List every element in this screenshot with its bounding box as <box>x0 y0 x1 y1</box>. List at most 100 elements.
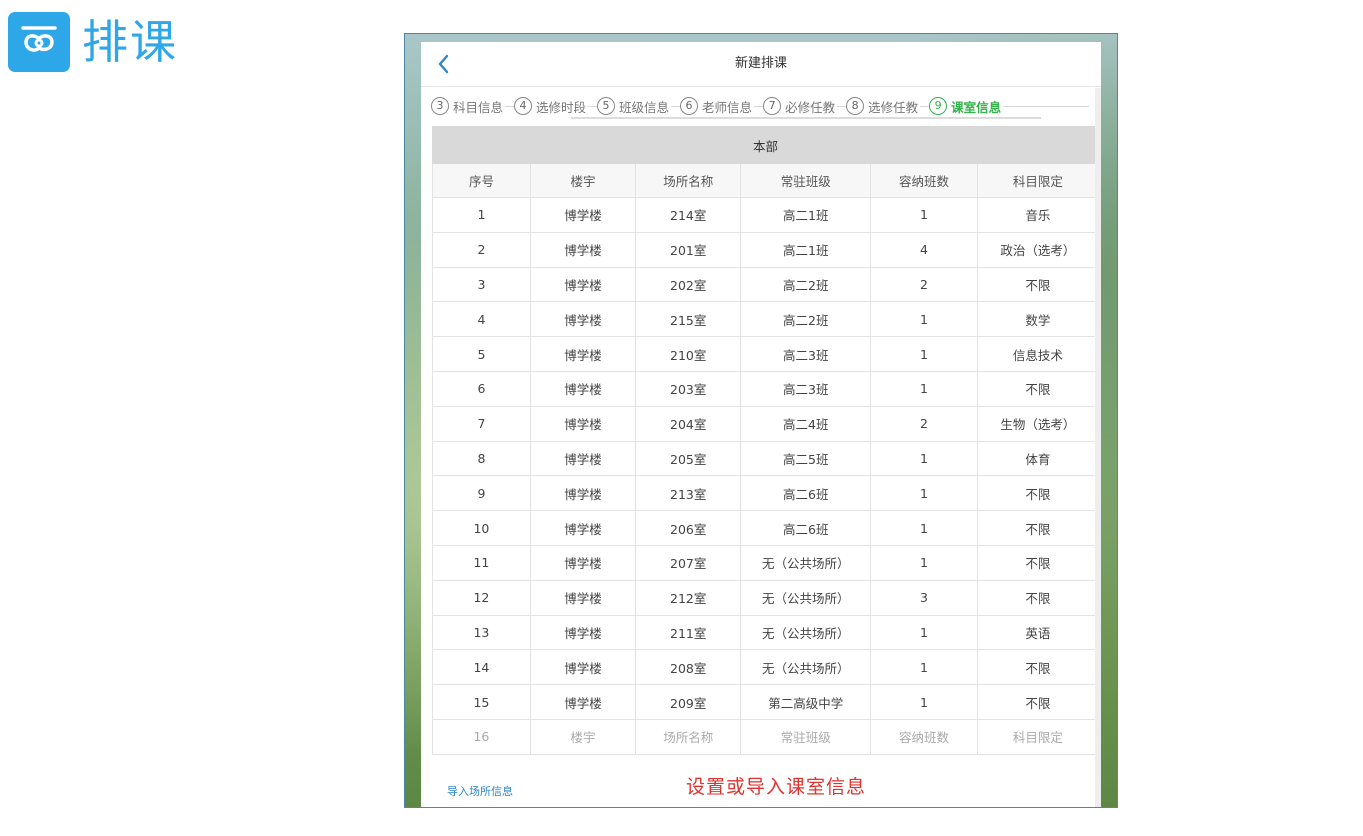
table-cell[interactable]: 博学楼 <box>529 579 637 616</box>
table-row[interactable]: 8 博学楼 205室 高二5班 1 体育 <box>432 440 1100 477</box>
table-row[interactable]: 4 博学楼 215室 高二2班 1 数学 <box>432 301 1100 338</box>
table-cell[interactable]: 博学楼 <box>529 440 637 477</box>
table-cell[interactable]: 1 <box>870 544 978 581</box>
table-row[interactable]: 11 博学楼 207室 无（公共场所） 1 不限 <box>432 544 1100 581</box>
table-cell[interactable]: 1 <box>870 197 978 233</box>
table-cell[interactable]: 高二6班 <box>740 510 872 546</box>
table-cell[interactable]: 1 <box>870 475 978 512</box>
table-cell[interactable]: 9 <box>432 475 531 512</box>
table-cell[interactable]: 高二2班 <box>740 301 872 338</box>
table-cell[interactable]: 高二4班 <box>740 405 872 442</box>
table-cell[interactable]: 第二高级中学 <box>740 684 872 720</box>
table-cell[interactable]: 不限 <box>976 579 1100 616</box>
table-cell[interactable]: 1 <box>870 440 978 477</box>
table-cell[interactable]: 13 <box>432 614 531 651</box>
table-cell[interactable]: 博学楼 <box>529 544 637 581</box>
step-5[interactable]: 5 班级信息 <box>597 96 672 116</box>
placeholder-input[interactable]: 常驻班级 <box>740 718 872 755</box>
table-cell[interactable]: 210室 <box>635 336 742 372</box>
table-cell[interactable]: 203室 <box>635 370 742 407</box>
table-cell[interactable]: 201室 <box>635 231 742 268</box>
table-cell[interactable]: 无（公共场所） <box>740 614 872 651</box>
table-row[interactable]: 15 博学楼 209室 第二高级中学 1 不限 <box>432 684 1100 720</box>
table-cell[interactable]: 高二5班 <box>740 440 872 477</box>
step-3[interactable]: 3 科目信息 <box>431 96 506 116</box>
table-row[interactable]: 9 博学楼 213室 高二6班 1 不限 <box>432 475 1100 512</box>
table-cell[interactable]: 204室 <box>635 405 742 442</box>
table-cell[interactable]: 博学楼 <box>529 370 637 407</box>
table-cell[interactable]: 2 <box>432 231 531 268</box>
table-cell[interactable]: 1 <box>870 614 978 651</box>
new-row[interactable]: 16 楼宇 场所名称 常驻班级 容纳班数 科目限定 <box>432 718 1100 755</box>
table-cell[interactable]: 不限 <box>976 475 1100 512</box>
table-cell[interactable]: 不限 <box>976 544 1100 581</box>
table-cell[interactable]: 信息技术 <box>976 336 1100 372</box>
table-cell[interactable]: 生物（选考） <box>976 405 1100 442</box>
scrollbar[interactable] <box>1095 88 1101 807</box>
table-cell[interactable]: 博学楼 <box>529 614 637 651</box>
step-7[interactable]: 7 必修任教 <box>763 96 838 116</box>
table-cell[interactable]: 1 <box>870 370 978 407</box>
table-cell[interactable]: 不限 <box>976 510 1100 546</box>
step-8[interactable]: 8 选修任教 <box>846 96 921 116</box>
table-cell[interactable]: 3 <box>870 579 978 616</box>
table-cell[interactable]: 高二2班 <box>740 266 872 303</box>
table-cell[interactable]: 不限 <box>976 266 1100 303</box>
table-cell[interactable]: 博学楼 <box>529 649 637 686</box>
table-cell[interactable]: 高二3班 <box>740 370 872 407</box>
table-cell[interactable]: 博学楼 <box>529 405 637 442</box>
table-cell[interactable]: 体育 <box>976 440 1100 477</box>
table-row[interactable]: 10 博学楼 206室 高二6班 1 不限 <box>432 510 1100 546</box>
table-cell[interactable]: 2 <box>870 266 978 303</box>
placeholder-input[interactable]: 场所名称 <box>635 718 742 755</box>
table-cell[interactable]: 1 <box>870 510 978 546</box>
table-cell[interactable]: 不限 <box>976 684 1100 720</box>
table-cell[interactable]: 205室 <box>635 440 742 477</box>
table-row[interactable]: 6 博学楼 203室 高二3班 1 不限 <box>432 370 1100 407</box>
table-cell[interactable]: 1 <box>432 197 531 233</box>
table-row[interactable]: 7 博学楼 204室 高二4班 2 生物（选考） <box>432 405 1100 442</box>
table-cell[interactable]: 1 <box>870 336 978 372</box>
table-cell[interactable]: 208室 <box>635 649 742 686</box>
table-cell[interactable]: 207室 <box>635 544 742 581</box>
table-cell[interactable]: 8 <box>432 440 531 477</box>
table-cell[interactable]: 14 <box>432 649 531 686</box>
table-cell[interactable]: 数学 <box>976 301 1100 338</box>
table-cell[interactable]: 4 <box>870 231 978 268</box>
table-cell[interactable]: 不限 <box>976 370 1100 407</box>
table-cell[interactable]: 4 <box>432 301 531 338</box>
table-cell[interactable]: 5 <box>432 336 531 372</box>
table-cell[interactable]: 214室 <box>635 197 742 233</box>
table-cell[interactable]: 11 <box>432 544 531 581</box>
import-venue-link[interactable]: 导入场所信息 <box>447 783 513 799</box>
table-cell[interactable]: 高二3班 <box>740 336 872 372</box>
table-cell[interactable]: 15 <box>432 684 531 720</box>
table-cell[interactable]: 无（公共场所） <box>740 649 872 686</box>
placeholder-input[interactable]: 楼宇 <box>529 718 637 755</box>
table-cell[interactable]: 博学楼 <box>529 475 637 512</box>
table-row[interactable]: 12 博学楼 212室 无（公共场所） 3 不限 <box>432 579 1100 616</box>
step-9[interactable]: 9 课室信息 <box>929 96 1004 116</box>
table-cell[interactable]: 7 <box>432 405 531 442</box>
table-cell[interactable]: 1 <box>870 684 978 720</box>
table-cell[interactable]: 博学楼 <box>529 197 637 233</box>
table-cell[interactable]: 211室 <box>635 614 742 651</box>
table-cell[interactable]: 音乐 <box>976 197 1100 233</box>
table-cell[interactable]: 12 <box>432 579 531 616</box>
step-6[interactable]: 6 老师信息 <box>680 96 755 116</box>
table-cell[interactable]: 215室 <box>635 301 742 338</box>
table-cell[interactable]: 高二1班 <box>740 197 872 233</box>
step-4[interactable]: 4 选修时段 <box>514 96 589 116</box>
table-row[interactable]: 5 博学楼 210室 高二3班 1 信息技术 <box>432 336 1100 372</box>
table-cell[interactable]: 高二1班 <box>740 231 872 268</box>
table-cell[interactable]: 10 <box>432 510 531 546</box>
table-cell[interactable]: 博学楼 <box>529 301 637 338</box>
table-row[interactable]: 1 博学楼 214室 高二1班 1 音乐 <box>432 197 1100 233</box>
table-cell[interactable]: 博学楼 <box>529 231 637 268</box>
table-cell[interactable]: 博学楼 <box>529 336 637 372</box>
table-cell[interactable]: 无（公共场所） <box>740 579 872 616</box>
table-cell[interactable]: 博学楼 <box>529 510 637 546</box>
table-row[interactable]: 14 博学楼 208室 无（公共场所） 1 不限 <box>432 649 1100 686</box>
table-cell[interactable]: 高二6班 <box>740 475 872 512</box>
table-cell[interactable]: 博学楼 <box>529 266 637 303</box>
